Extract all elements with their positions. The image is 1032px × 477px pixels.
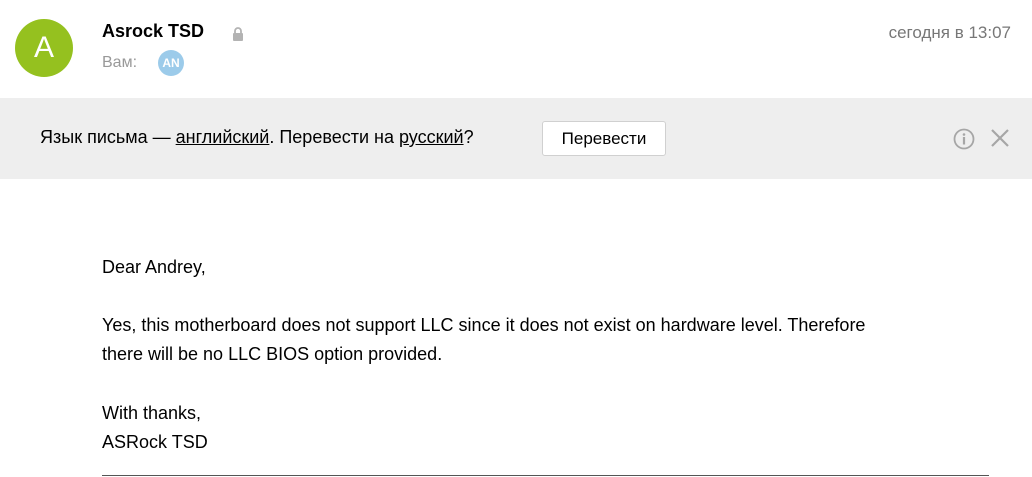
message-body: Dear Andrey, Yes, this motherboard does … <box>102 253 992 457</box>
divider <box>102 475 989 476</box>
sender-avatar[interactable]: A <box>15 19 73 77</box>
translate-prompt: Язык письма — английский. Перевести на р… <box>40 127 474 148</box>
body-paragraph-line: there will be no LLC BIOS option provide… <box>102 344 443 364</box>
body-paragraph-line: Yes, this motherboard does not support L… <box>102 315 866 335</box>
greeting: Dear Andrey, <box>102 257 206 277</box>
translate-prefix: Язык письма — <box>40 127 176 147</box>
target-language-link[interactable]: русский <box>399 127 464 147</box>
translate-bar: Язык письма — английский. Перевести на р… <box>0 98 1032 179</box>
translate-button[interactable]: Перевести <box>542 121 666 156</box>
translate-suffix: ? <box>463 127 474 147</box>
signature: ASRock TSD <box>102 432 208 452</box>
sender-name[interactable]: Asrock TSD <box>102 21 204 42</box>
source-language-link[interactable]: английский <box>176 127 270 147</box>
lock-icon <box>233 27 243 41</box>
closing: With thanks, <box>102 403 202 423</box>
recipients-label: Вам: <box>102 54 138 71</box>
message-timestamp: сегодня в 13:07 <box>888 23 1011 42</box>
info-icon[interactable] <box>953 128 975 150</box>
close-icon[interactable] <box>990 128 1010 148</box>
recipient-avatar[interactable]: AN <box>158 50 184 76</box>
message-header: A Asrock TSD Вам: AN сегодня в 13:07 <box>0 0 1032 98</box>
translate-middle: . Перевести на <box>269 127 399 147</box>
